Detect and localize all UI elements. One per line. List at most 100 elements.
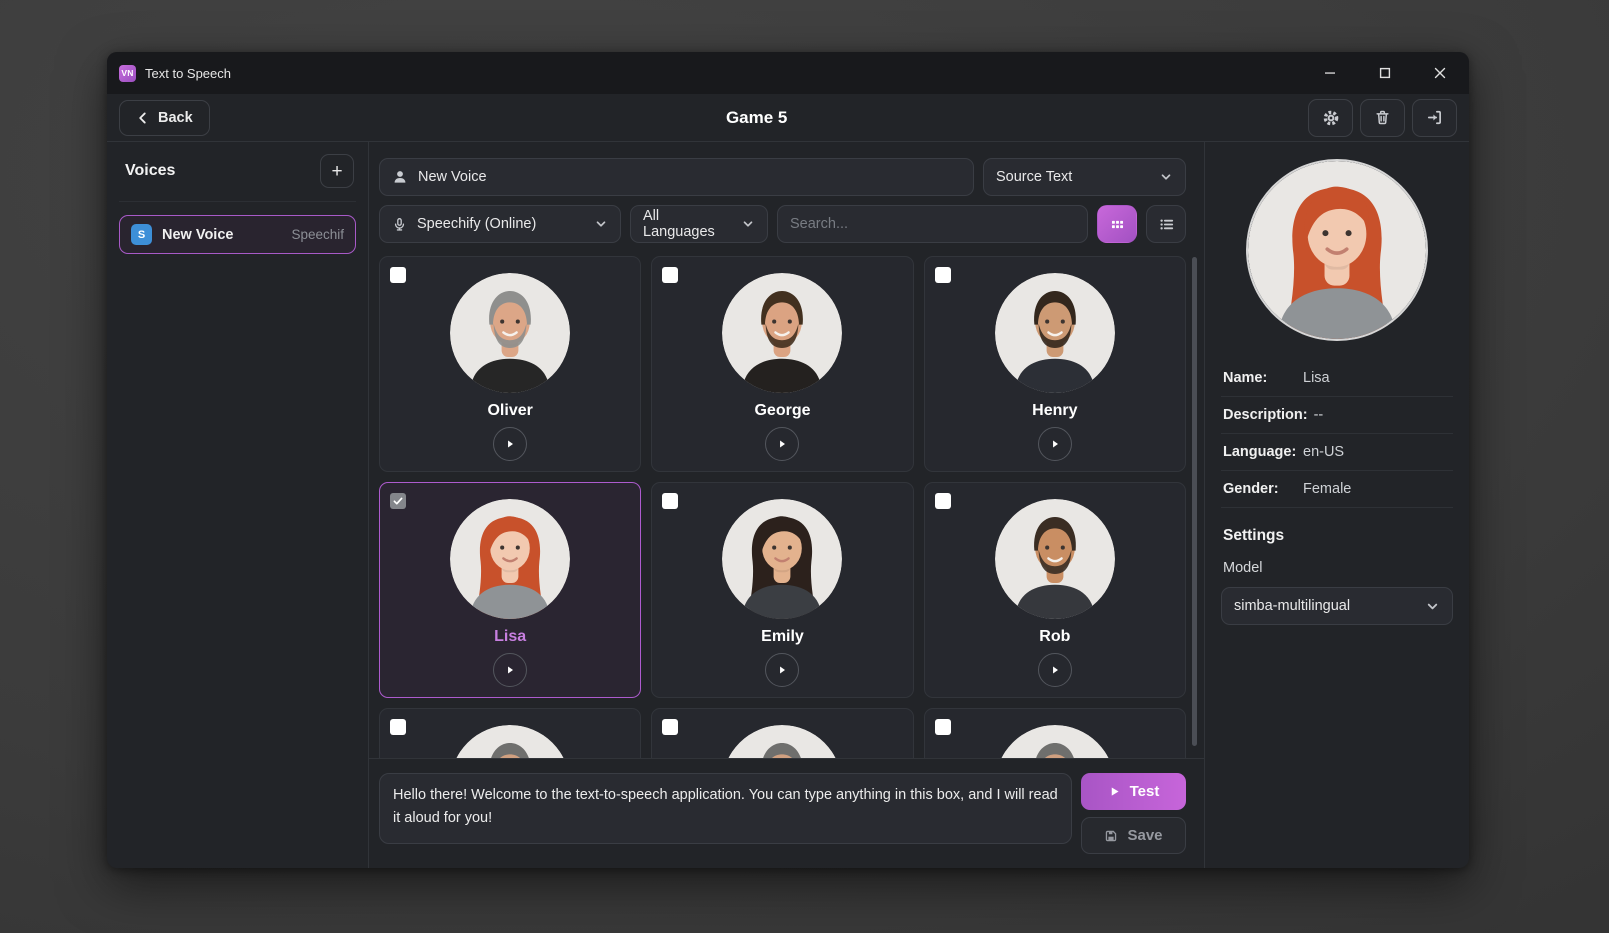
search-input[interactable] [790, 216, 1075, 232]
app-logo: VN [119, 65, 136, 82]
person-icon [392, 169, 408, 185]
voice-checkbox[interactable] [662, 719, 678, 735]
detail-field: Name: Lisa [1221, 360, 1453, 397]
play-icon [776, 664, 788, 676]
voice-checkbox[interactable] [390, 493, 406, 509]
voice-checkbox[interactable] [935, 493, 951, 509]
detail-label: Name: [1223, 370, 1303, 386]
header-actions [1308, 99, 1457, 137]
voice-card[interactable]: Rob [924, 482, 1186, 698]
voice-grid-wrap: Oliver George Henry Lisa [369, 243, 1204, 758]
detail-value: en-US [1303, 444, 1344, 460]
detail-field: Gender: Female [1221, 471, 1453, 508]
voice-card-name: George [754, 402, 810, 421]
detail-label: Description: [1223, 407, 1314, 423]
detail-label: Language: [1223, 444, 1303, 460]
play-voice-button[interactable] [1038, 427, 1072, 461]
detail-value: Female [1303, 481, 1351, 497]
list-view-button[interactable] [1146, 205, 1186, 243]
details-panel: Name: Lisa Description: -- Language: en-… [1205, 142, 1469, 868]
chevron-down-icon [1425, 599, 1440, 614]
voice-card[interactable]: Oliver [379, 256, 641, 472]
model-label: Model [1221, 560, 1453, 576]
search-field[interactable] [777, 205, 1088, 243]
back-button[interactable]: Back [119, 100, 210, 136]
detail-value: -- [1314, 407, 1324, 423]
voice-card[interactable]: Henry [924, 256, 1186, 472]
settings-button[interactable] [1308, 99, 1353, 137]
test-label: Test [1130, 783, 1160, 800]
gear-icon [1322, 109, 1340, 127]
voice-name-field[interactable] [379, 158, 974, 196]
voice-card[interactable] [379, 708, 641, 758]
test-button[interactable]: Test [1081, 773, 1186, 810]
details-fields: Name: Lisa Description: -- Language: en-… [1221, 360, 1453, 508]
language-select[interactable]: All Languages [630, 205, 768, 243]
titlebar: VN Text to Speech [107, 52, 1469, 94]
voice-checkbox[interactable] [390, 267, 406, 283]
sidebar-voice-item[interactable]: S New Voice Speechif [119, 215, 356, 254]
play-icon [504, 664, 516, 676]
play-icon [1108, 785, 1121, 798]
source-text-value: Source Text [996, 169, 1072, 185]
voice-avatar [722, 499, 842, 619]
model-select[interactable]: simba-multilingual [1221, 587, 1453, 625]
detail-field: Description: -- [1221, 397, 1453, 434]
voice-card-name: Henry [1032, 402, 1077, 421]
play-voice-button[interactable] [1038, 653, 1072, 687]
engine-value: Speechify (Online) [417, 216, 536, 232]
export-button[interactable] [1412, 99, 1457, 137]
voice-card-name: Oliver [487, 402, 532, 421]
voice-card[interactable]: George [651, 256, 913, 472]
voice-list: S New Voice Speechif [119, 215, 356, 254]
play-voice-button[interactable] [493, 653, 527, 687]
play-voice-button[interactable] [493, 427, 527, 461]
voice-card[interactable] [924, 708, 1186, 758]
voice-checkbox[interactable] [662, 267, 678, 283]
sidebar-voice-name: New Voice [162, 227, 281, 243]
voice-card[interactable]: Lisa [379, 482, 641, 698]
source-text-select[interactable]: Source Text [983, 158, 1186, 196]
voice-card[interactable]: Emily [651, 482, 913, 698]
voice-avatar [995, 725, 1115, 758]
save-icon [1104, 829, 1118, 843]
voice-grid: Oliver George Henry Lisa [379, 256, 1186, 758]
sidebar-voice-provider: Speechif [291, 227, 344, 242]
back-label: Back [158, 110, 193, 126]
toolbar: Source Text Speechify (Online) All Langu… [369, 142, 1204, 243]
voice-avatar [995, 273, 1115, 393]
chevron-down-icon [594, 217, 608, 231]
save-label: Save [1127, 827, 1162, 844]
play-voice-button[interactable] [765, 653, 799, 687]
voice-card[interactable] [651, 708, 913, 758]
grid-view-button[interactable] [1097, 205, 1137, 243]
close-button[interactable] [1417, 57, 1463, 89]
minimize-button[interactable] [1307, 57, 1353, 89]
voice-avatar [722, 273, 842, 393]
minimize-icon [1322, 65, 1338, 81]
voice-checkbox[interactable] [390, 719, 406, 735]
grid-scrollbar[interactable] [1192, 257, 1197, 746]
engine-select[interactable]: Speechify (Online) [379, 205, 621, 243]
header: Back Game 5 [107, 94, 1469, 142]
delete-button[interactable] [1360, 99, 1405, 137]
voice-checkbox[interactable] [662, 493, 678, 509]
maximize-button[interactable] [1362, 57, 1408, 89]
add-voice-button[interactable]: + [320, 154, 354, 188]
voice-checkbox[interactable] [935, 719, 951, 735]
chevron-down-icon [741, 217, 755, 231]
voice-checkbox[interactable] [935, 267, 951, 283]
main-panel: Source Text Speechify (Online) All Langu… [369, 142, 1205, 868]
voice-card-name: Emily [761, 628, 804, 647]
voice-avatar [450, 499, 570, 619]
voice-name-input[interactable] [418, 169, 961, 185]
play-icon [776, 438, 788, 450]
microphone-icon [392, 217, 407, 232]
voice-avatar [450, 725, 570, 758]
detail-value: Lisa [1303, 370, 1330, 386]
play-voice-button[interactable] [765, 427, 799, 461]
model-value: simba-multilingual [1234, 598, 1350, 614]
save-button[interactable]: Save [1081, 817, 1186, 854]
preview-textarea[interactable]: Hello there! Welcome to the text-to-spee… [379, 773, 1072, 844]
list-icon [1158, 216, 1175, 233]
